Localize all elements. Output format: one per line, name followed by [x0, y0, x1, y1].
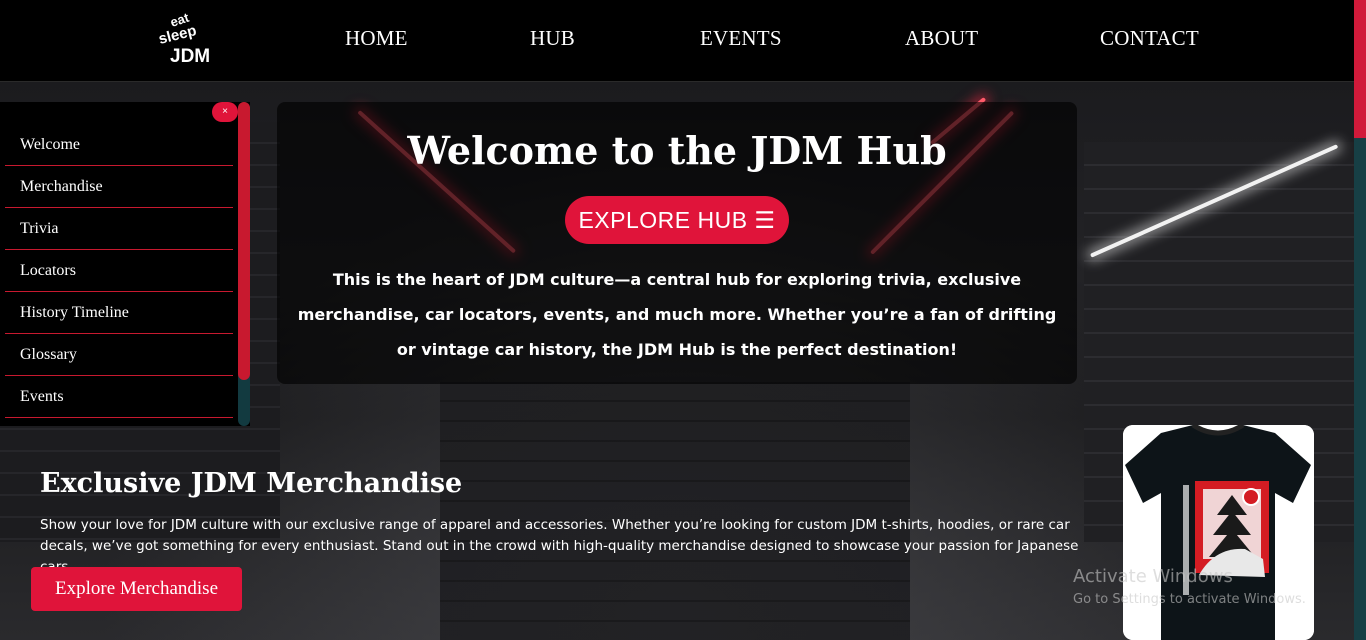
hero-card: Welcome to the JDM Hub EXPLORE HUB ☰ Thi… — [277, 102, 1077, 384]
svg-text:JDM: JDM — [170, 46, 210, 64]
explore-hub-button[interactable]: EXPLORE HUB ☰ — [565, 196, 789, 244]
svg-text:sleep: sleep — [158, 22, 198, 48]
page-scrollbar-thumb[interactable] — [1354, 0, 1366, 138]
tshirt-graphic — [1123, 425, 1314, 640]
sidebar-item-welcome[interactable]: Welcome — [5, 124, 233, 166]
sidebar-item-events[interactable]: Events — [5, 376, 233, 418]
page-scrollbar[interactable] — [1354, 0, 1366, 640]
tshirt-product-image[interactable] — [1123, 425, 1314, 640]
sidebar-item-merchandise[interactable]: Merchandise — [5, 166, 233, 208]
sidebar-close-button[interactable]: × — [212, 102, 238, 122]
merch-section-title: Exclusive JDM Merchandise — [40, 468, 463, 499]
sidebar-item-history-timeline[interactable]: History Timeline — [5, 292, 233, 334]
nav-events[interactable]: EVENTS — [700, 26, 782, 51]
hero-description: This is the heart of JDM culture—a centr… — [297, 270, 1057, 359]
nav-hub[interactable]: HUB — [530, 26, 575, 51]
activate-windows-watermark: Activate Windows — [1073, 566, 1233, 587]
explore-merchandise-button[interactable]: Explore Merchandise — [31, 567, 242, 611]
nav-home[interactable]: HOME — [345, 26, 408, 51]
garage-door — [440, 382, 910, 640]
eat-sleep-jdm-logo[interactable]: eat sleep JDM — [158, 12, 224, 64]
sidebar-item-trivia[interactable]: Trivia — [5, 208, 233, 250]
activate-windows-subtitle: Go to Settings to activate Windows. — [1073, 592, 1306, 607]
sidebar-item-locators[interactable]: Locators — [5, 250, 233, 292]
nav-contact[interactable]: CONTACT — [1100, 26, 1199, 51]
sidebar-menu: × Welcome Merchandise Trivia Locators Hi… — [0, 102, 250, 426]
sidebar-item-glossary[interactable]: Glossary — [5, 334, 233, 376]
site-header: eat sleep JDM HOME HUB EVENTS ABOUT CONT… — [0, 0, 1354, 82]
sidebar-scrollbar-thumb[interactable] — [238, 102, 250, 380]
nav-about[interactable]: ABOUT — [905, 26, 978, 51]
hero-title: Welcome to the JDM Hub — [407, 128, 947, 173]
